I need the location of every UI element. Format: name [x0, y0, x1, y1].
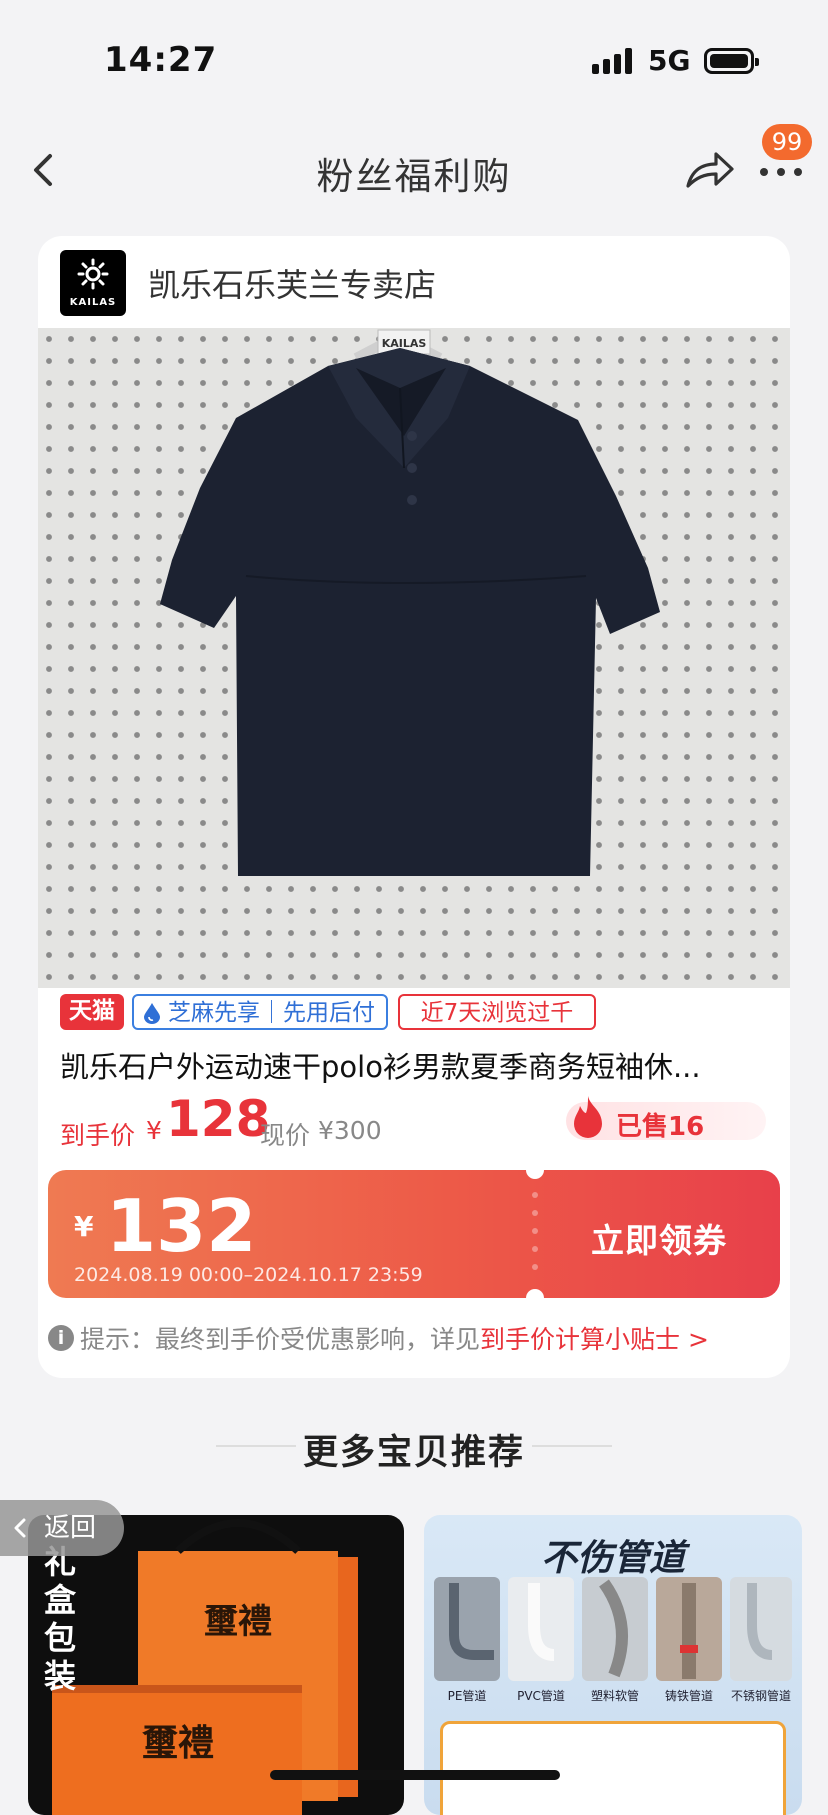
tmall-tag: 天猫 — [60, 994, 124, 1030]
pipe-label: 塑料软管 — [590, 1689, 639, 1703]
coupon-currency: ¥ — [74, 1210, 94, 1243]
coupon-amount: 132 — [106, 1184, 257, 1268]
tip-text: 提示：最终到手价受优惠影响，详见 — [80, 1325, 481, 1354]
water-drop-icon — [144, 1003, 160, 1024]
pipe-headline: 不伤管道 — [540, 1538, 685, 1579]
more-icon[interactable] — [758, 162, 804, 182]
views-tag: 近7天浏览过千 — [398, 994, 596, 1030]
sold-count: 已售16 — [616, 1112, 705, 1142]
claim-coupon-button[interactable]: 立即领券 — [554, 1214, 764, 1262]
current-price-label: 现价 — [260, 1121, 311, 1150]
store-name[interactable]: 凯乐石乐芙兰专卖店 — [148, 260, 436, 306]
price-tip: i 提示：最终到手价受优惠影响，详见到手价计算小贴士 > — [48, 1320, 709, 1356]
pipe-labels: PE管道 PVC管道 塑料软管 铸铁管道 不锈钢管道 — [434, 1687, 792, 1704]
zhima-tag-label: 芝麻先享｜先用后付 — [168, 1000, 375, 1026]
current-price-value: ¥300 — [318, 1116, 382, 1145]
gift-box-vertical-text: 礼盒包装 — [44, 1543, 77, 1695]
gift-box-brand-bottom: 璽禮 — [142, 1722, 214, 1764]
floating-back-label: 返回 — [44, 1513, 97, 1543]
battery-icon — [704, 48, 759, 74]
pipe-label: 铸铁管道 — [664, 1689, 713, 1703]
network-type: 5G — [648, 44, 691, 77]
store-logo[interactable]: KAILAS — [60, 250, 126, 316]
divider-right — [532, 1445, 612, 1447]
pipe-label: PVC管道 — [517, 1689, 565, 1703]
coupon-validity: 2024.08.19 00:00–2024.10.17 23:59 — [74, 1264, 423, 1286]
product-card: KAILAS 凯乐石乐芙兰专卖店 KAILAS 天猫 芝麻先享｜先用后付 近7天… — [38, 236, 790, 1378]
final-price-currency: ¥ — [146, 1116, 162, 1145]
zhima-tag: 芝麻先享｜先用后付 — [132, 994, 388, 1030]
test-report-image — [440, 1721, 786, 1815]
product-image[interactable]: KAILAS — [38, 328, 790, 988]
status-time: 14:27 — [104, 40, 218, 80]
info-icon: i — [48, 1325, 74, 1351]
floating-back-button[interactable]: 返回 — [0, 1500, 124, 1556]
home-indicator — [270, 1770, 560, 1780]
message-badge: 99 — [762, 124, 812, 160]
share-icon[interactable] — [684, 148, 736, 192]
flame-icon — [568, 1094, 608, 1142]
final-price-label: 到手价 — [60, 1121, 136, 1150]
recommend-title: 更多宝贝推荐 — [302, 1433, 525, 1473]
store-logo-text: KAILAS — [69, 297, 117, 308]
sun-icon — [77, 258, 109, 290]
coupon-card[interactable]: ¥ 132 2024.08.19 00:00–2024.10.17 23:59 … — [48, 1170, 780, 1298]
chevron-left-icon — [14, 1518, 26, 1538]
price-tips-link[interactable]: 到手价计算小贴士 > — [480, 1325, 709, 1354]
pipe-label: 不锈钢管道 — [730, 1689, 791, 1703]
pipe-types-image — [434, 1577, 792, 1681]
pipe-label: PE管道 — [447, 1689, 487, 1703]
cell-signal-icon — [592, 48, 632, 74]
polo-shirt-image: KAILAS — [160, 329, 660, 876]
gift-box-brand-top: 璽禮 — [204, 1602, 272, 1642]
final-price-value: 128 — [166, 1090, 271, 1148]
product-title[interactable]: 凯乐石户外运动速干polo衫男款夏季商务短袖休... — [60, 1044, 772, 1086]
photo-hanger-label: KAILAS — [382, 337, 427, 350]
